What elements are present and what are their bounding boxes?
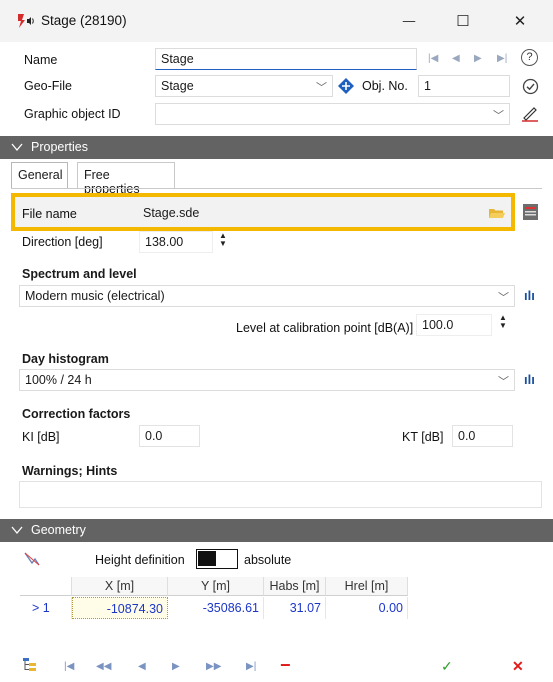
objno-input[interactable]: 1 <box>418 75 510 97</box>
ok-icon[interactable]: ✓ <box>441 658 453 675</box>
tab-free-properties[interactable]: Free properties <box>77 162 175 196</box>
maximize-button[interactable]: ☐ <box>440 6 486 36</box>
chevron-down-icon <box>11 526 23 535</box>
spectrum-heading: Spectrum and level <box>22 267 137 281</box>
direction-label: Direction [deg] <box>22 235 103 249</box>
fast-back-icon[interactable]: ◀◀ <box>96 661 111 672</box>
last-record-icon[interactable]: ▶| <box>497 53 507 64</box>
day-histogram-select[interactable]: 100% / 24 h ﹀ <box>19 369 515 391</box>
polyline-icon[interactable] <box>23 551 41 567</box>
table-cell-y[interactable]: -35086.61 <box>168 597 264 619</box>
name-input[interactable]: Stage <box>155 48 417 70</box>
file-name-label: File name <box>22 207 77 221</box>
minimize-button[interactable]: — <box>386 6 432 36</box>
day-histogram-value: 100% / 24 h <box>25 373 92 387</box>
toggle-thumb <box>198 551 216 566</box>
first-record-icon[interactable]: |◀ <box>428 53 438 64</box>
spectrum-chart-icon[interactable]: ılı <box>524 288 535 303</box>
first-icon[interactable]: |◀ <box>64 661 74 672</box>
level-spinner[interactable]: ▲ ▼ <box>499 314 507 330</box>
properties-section-header[interactable]: Properties <box>0 136 553 159</box>
file-settings-icon[interactable] <box>522 203 539 221</box>
day-histogram-heading: Day histogram <box>22 352 109 366</box>
table-header-hrel[interactable]: Hrel [m] <box>326 577 408 596</box>
histogram-chart-icon[interactable]: ılı <box>524 372 535 387</box>
tab-general[interactable]: General <box>11 162 68 188</box>
height-definition-value: absolute <box>244 553 292 567</box>
previous-record-icon[interactable]: ◀ <box>452 53 460 64</box>
geofile-value: Stage <box>161 79 194 93</box>
geofile-select[interactable]: Stage ﹀ <box>155 75 333 97</box>
folder-open-icon[interactable] <box>488 206 506 220</box>
warnings-heading: Warnings; Hints <box>22 464 118 478</box>
kt-label: KT [dB] <box>402 430 444 444</box>
window-title: Stage (28190) <box>41 13 127 28</box>
app-speaker-icon <box>18 14 34 28</box>
tab-divider <box>11 188 542 189</box>
height-definition-label: Height definition <box>95 553 185 567</box>
ki-label: KI [dB] <box>22 430 60 444</box>
file-name-input[interactable]: Stage.sde <box>143 205 480 225</box>
geometry-section-header[interactable]: Geometry <box>0 519 553 542</box>
table-header-x[interactable]: X [m] <box>72 577 168 596</box>
height-definition-toggle[interactable] <box>196 549 238 569</box>
geofile-label: Geo-File <box>24 79 72 93</box>
table-cell-hrel[interactable]: 0.00 <box>326 597 408 619</box>
properties-section-title: Properties <box>31 140 88 154</box>
spectrum-select[interactable]: Modern music (electrical) ﹀ <box>19 285 515 307</box>
delete-icon[interactable]: − <box>280 656 291 674</box>
spectrum-value: Modern music (electrical) <box>25 289 165 303</box>
next-record-icon[interactable]: ▶ <box>474 53 482 64</box>
locate-icon[interactable] <box>337 77 355 95</box>
graphic-id-select[interactable]: ﹀ <box>155 103 510 125</box>
last-icon[interactable]: ▶| <box>246 661 256 672</box>
chevron-down-icon: ﹀ <box>498 292 509 304</box>
back-icon[interactable]: ◀ <box>138 661 146 672</box>
kt-input[interactable]: 0.0 <box>452 425 513 447</box>
check-circle-icon <box>522 78 539 95</box>
direction-spinner[interactable]: ▲ ▼ <box>219 232 227 248</box>
help-icon[interactable]: ? <box>521 49 538 66</box>
edit-pen-icon[interactable] <box>521 106 539 122</box>
warnings-box <box>19 481 542 508</box>
correction-heading: Correction factors <box>22 407 131 421</box>
fast-forward-icon[interactable]: ▶▶ <box>206 661 221 672</box>
level-label: Level at calibration point [dB(A)] <box>236 321 414 335</box>
chevron-down-icon <box>11 143 23 152</box>
chevron-down-icon: ﹀ <box>493 110 504 122</box>
forward-icon[interactable]: ▶ <box>172 661 180 672</box>
ki-input[interactable]: 0.0 <box>139 425 200 447</box>
table-cell-x[interactable]: -10874.30 <box>72 597 168 619</box>
table-header-y[interactable]: Y [m] <box>168 577 264 596</box>
close-button[interactable]: ✕ <box>497 6 543 36</box>
cancel-icon[interactable]: ✕ <box>512 658 524 675</box>
graphic-id-label: Graphic object ID <box>24 107 121 121</box>
direction-input[interactable]: 138.00 <box>139 231 213 253</box>
name-label: Name <box>24 53 58 67</box>
objno-label: Obj. No. <box>362 79 408 93</box>
chevron-down-icon: ﹀ <box>498 376 509 388</box>
table-header-index <box>20 577 72 596</box>
table-cell-habs[interactable]: 31.07 <box>264 597 326 619</box>
chevron-down-icon: ﹀ <box>316 82 327 94</box>
geometry-section-title: Geometry <box>31 523 86 537</box>
table-header-habs[interactable]: Habs [m] <box>264 577 326 596</box>
table-row-index[interactable]: > 1 <box>20 597 72 619</box>
tree-icon[interactable] <box>22 657 38 673</box>
level-input[interactable]: 100.0 <box>416 314 492 336</box>
